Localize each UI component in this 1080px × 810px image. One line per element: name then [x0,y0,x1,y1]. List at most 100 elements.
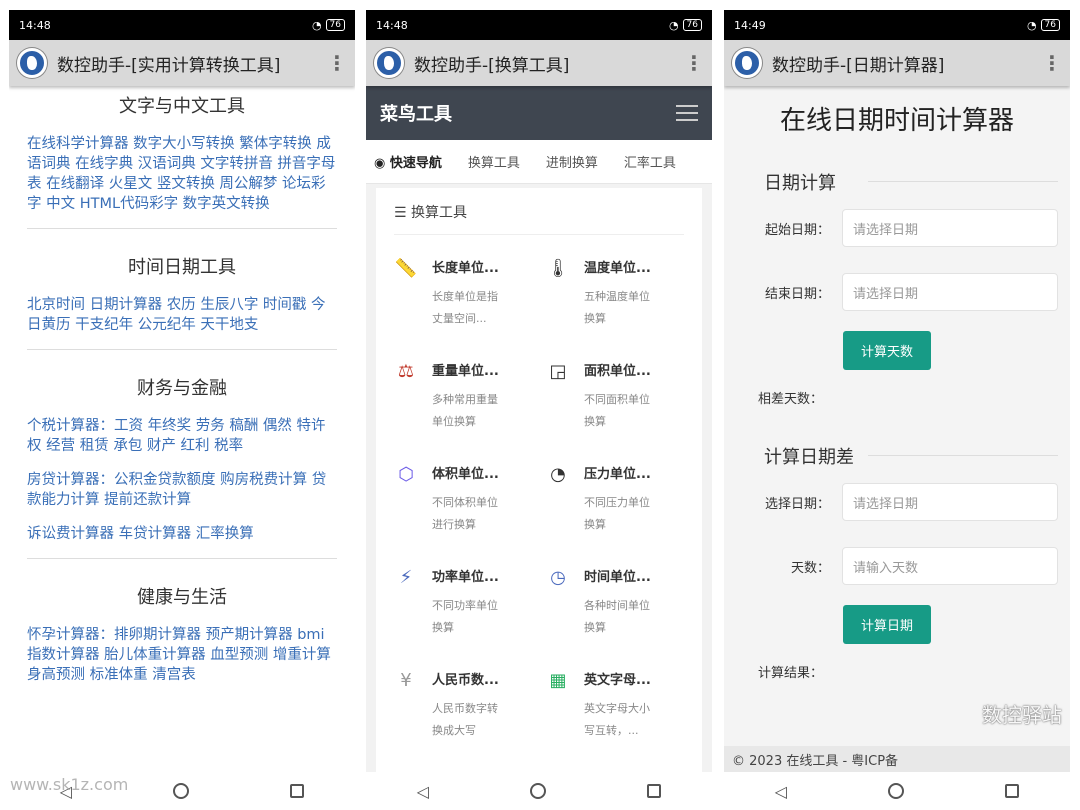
days-difference-label: 相差天数： [758,392,824,407]
wifi-icon: ◔ [668,18,679,32]
tab-conversion[interactable]: 换算工具 [468,152,520,171]
link-list[interactable]: 诉讼费计算器 车贷计算器 汇率换算 [27,524,337,544]
tool-temperature[interactable]: 🌡 温度单位... 五种温度单位换算 [546,257,684,330]
tool-grid: 📏 长度单位... 长度单位是指丈量空间... 🌡 温度单位... 五种温度单位换算 ⚖… [394,257,684,742]
tool-name: 重量单位... [432,364,499,379]
tool-name: 压力单位... [584,467,651,482]
days-input[interactable]: 请输入天数 [842,547,1058,585]
divider [27,228,337,229]
days-label: 天数： [790,560,830,576]
tool-directory: 文字与中文工具 在线科学计算器 数字大小写转换 繁体字转换 成语词典 在线字典 … [9,86,355,772]
page-footer: © 2023 在线工具 - 粤ICP备 [724,746,1070,772]
status-time: 14:48 [376,18,408,32]
select-date-input[interactable]: 请选择日期 [842,483,1058,521]
compass-icon: ◉ [374,156,390,171]
tab-quick-nav[interactable]: ◉ 快速导航 [374,152,442,171]
tool-letters[interactable]: ▦ 英文字母... 英文字母大小写互转，... [546,669,684,742]
card-title-text: 换算工具 [411,205,468,221]
link-list[interactable]: 个税计算器：工资 年终奖 劳务 稿酬 偶然 特许权 经营 租赁 承包 财产 红利… [27,416,337,456]
wifi-icon: ◔ [1026,18,1037,32]
app-bar: 数控助手-[实用计算转换工具] ⋮ [9,40,355,86]
link-list[interactable]: 在线科学计算器 数字大小写转换 繁体字转换 成语词典 在线字典 汉语词典 文字转… [27,134,337,214]
list-icon: ☰ [394,205,412,221]
days-row: 天数： 请输入天数 [736,547,1058,585]
end-date-input[interactable]: 请选择日期 [842,273,1058,311]
battery-indicator: 76 [325,19,345,31]
home-icon[interactable] [173,783,190,799]
tool-weight[interactable]: ⚖ 重量单位... 多种常用重量单位换算 [394,360,532,433]
tool-name: 体积单位... [432,467,499,482]
status-bar: 14:48 ◔ 76 [9,10,355,40]
app-logo-icon [732,48,762,78]
battery-indicator: 76 [1040,19,1060,31]
section-title: 时间日期工具 [128,257,236,278]
calc-result-label: 计算结果： [758,666,824,681]
tool-area[interactable]: ◲ 面积单位... 不同面积单位换算 [546,360,684,433]
tool-power[interactable]: ⚡ 功率单位... 不同功率单位换算 [394,566,532,639]
calculate-days-button[interactable]: 计算天数 [843,331,932,370]
site-watermark: www.sk1z.com [10,775,129,794]
card-title: ☰ 换算工具 [394,202,684,235]
tool-name: 温度单位... [584,261,651,276]
button-row: 计算天数 [736,331,1058,370]
tool-pressure[interactable]: ◔ 压力单位... 不同压力单位换算 [546,463,684,536]
tab-base-conversion[interactable]: 进制换算 [546,152,598,171]
phone-screen-3: 14:49 ◔ 76 数控助手-[日期计算器] ⋮ 在线日期时间计算器 日期计算 … [724,10,1070,810]
button-row: 计算日期 [736,605,1058,644]
tool-desc: 英文字母大小写互转，... [584,702,650,737]
status-time: 14:49 [734,18,766,32]
site-header: 菜鸟工具 [366,86,712,140]
tool-name: 功率单位... [432,570,499,585]
section-finance: 财务与金融 个税计算器：工资 年终奖 劳务 稿酬 偶然 特许权 经营 租赁 承包… [27,374,337,544]
tool-volume[interactable]: ⬡ 体积单位... 不同体积单位进行换算 [394,463,532,536]
section-title: 文字与中文工具 [119,96,245,117]
link-list[interactable]: 怀孕计算器：排卵期计算器 预产期计算器 bmi指数计算器 胎儿体重计算器 血型预… [27,625,337,685]
tool-desc: 各种时间单位换算 [584,599,650,634]
back-icon[interactable]: ◁ [775,782,787,801]
select-date-label: 选择日期： [764,496,830,512]
tab-label: 快速导航 [389,156,442,171]
date-calculator: 在线日期时间计算器 日期计算 起始日期： 请选择日期 结束日期： 请选择日期 计… [724,86,1070,772]
start-date-input[interactable]: 请选择日期 [842,209,1058,247]
watermark-text: 数控驿站 [982,703,1062,727]
tool-name: 时间单位... [584,570,651,585]
back-icon[interactable]: ◁ [417,782,429,801]
recent-apps-icon[interactable] [1005,784,1020,798]
content-area: ☰ 换算工具 📏 长度单位... 长度单位是指丈量空间... 🌡 温度单位... 五种温… [366,184,712,790]
recent-apps-icon[interactable] [290,784,305,798]
more-menu-icon[interactable]: ⋮ [684,51,704,75]
start-date-label: 起始日期： [764,222,830,238]
page-title: 在线日期时间计算器 [779,106,1014,136]
tool-name: 人民币数... [432,673,499,688]
wifi-icon: ◔ [311,18,322,32]
home-icon[interactable] [530,783,547,799]
link-list[interactable]: 北京时间 日期计算器 农历 生辰八字 时间戳 今日黄历 干支纪年 公元纪年 天干… [27,295,337,335]
tools-card: ☰ 换算工具 📏 长度单位... 长度单位是指丈量空间... 🌡 温度单位... 五种温… [376,188,702,790]
section-health: 健康与生活 怀孕计算器：排卵期计算器 预产期计算器 bmi指数计算器 胎儿体重计… [27,583,337,685]
tab-exchange-rate[interactable]: 汇率工具 [624,152,676,171]
select-date-row: 选择日期： 请选择日期 [736,483,1058,521]
tool-time[interactable]: ◷ 时间单位... 各种时间单位换算 [546,566,684,639]
home-icon[interactable] [888,783,905,799]
app-title: 数控助手-[实用计算转换工具] [57,55,281,76]
tool-desc: 五种温度单位换算 [584,290,650,325]
link-list[interactable]: 房贷计算器：公积金贷款额度 购房税费计算 贷款能力计算 提前还款计算 [27,470,337,510]
section-date-tools: 时间日期工具 北京时间 日期计算器 农历 生辰八字 时间戳 今日黄历 干支纪年 … [27,253,337,335]
tool-length[interactable]: 📏 长度单位... 长度单位是指丈量空间... [394,257,532,330]
gauge-icon: ◔ [550,464,566,485]
recent-apps-icon[interactable] [647,784,662,798]
tool-desc: 人民币数字转换成大写 [432,702,498,737]
hamburger-menu-icon[interactable] [676,105,698,121]
app-title: 数控助手-[换算工具] [414,55,570,76]
site-brand[interactable]: 菜鸟工具 [380,100,452,126]
calculate-date-button[interactable]: 计算日期 [843,605,932,644]
end-date-row: 结束日期： 请选择日期 [736,273,1058,311]
phone-screen-1: 14:48 ◔ 76 数控助手-[实用计算转换工具] ⋮ 文字与中文工具 在线科学… [9,10,355,810]
tool-name: 英文字母... [584,673,651,688]
tool-name: 面积单位... [584,364,651,379]
app-logo-icon [374,48,404,78]
more-menu-icon[interactable]: ⋮ [327,51,347,75]
section-text-tools: 文字与中文工具 在线科学计算器 数字大小写转换 繁体字转换 成语词典 在线字典 … [27,92,337,214]
tool-rmb[interactable]: ¥ 人民币数... 人民币数字转换成大写 [394,669,532,742]
more-menu-icon[interactable]: ⋮ [1042,51,1062,75]
